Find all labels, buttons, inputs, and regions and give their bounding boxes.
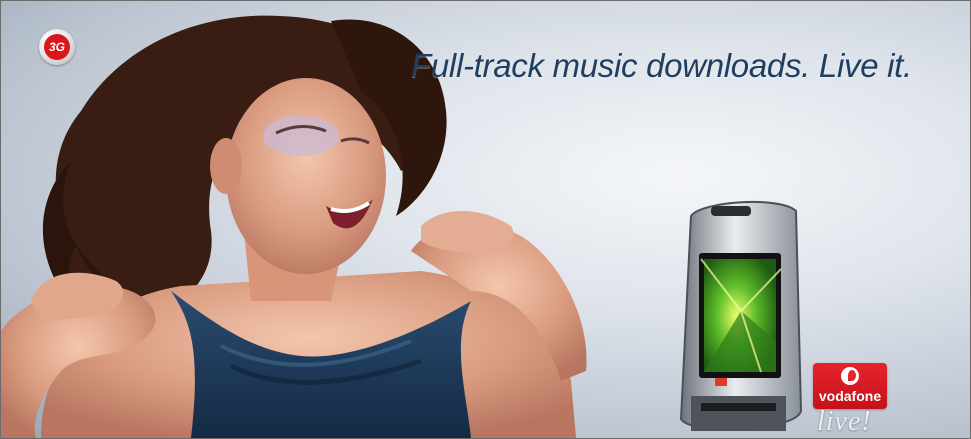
brand-name: vodafone: [818, 388, 882, 404]
advertisement-banner: Full-track music downloads. Live it. 3G …: [0, 0, 971, 439]
3g-badge-label: 3G: [44, 34, 70, 60]
vodafone-speechmark-icon: [841, 367, 859, 385]
brand-tagline: live!: [817, 406, 872, 437]
3g-badge-icon: 3G: [39, 29, 75, 65]
phone: [679, 201, 803, 431]
right-hand: [421, 211, 514, 254]
headline: Full-track music downloads. Live it.: [411, 47, 912, 84]
vodafone-logo: vodafone: [813, 363, 887, 409]
